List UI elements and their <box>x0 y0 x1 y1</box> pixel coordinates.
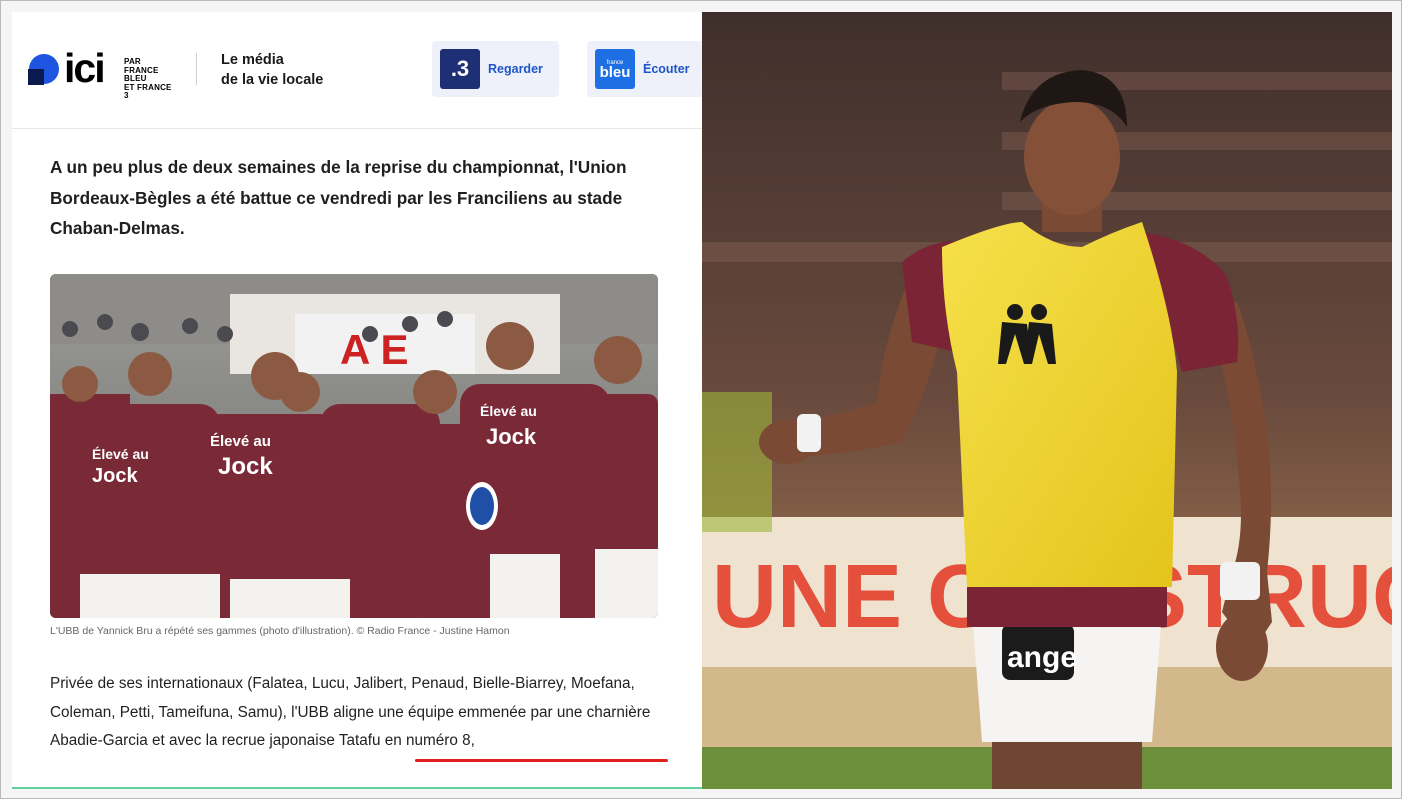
ici-logo[interactable]: ici PAR FRANCE BLEU ET FRANCE 3 <box>28 45 178 100</box>
tagline-line: de la vie locale <box>221 72 324 88</box>
article-panel: ici PAR FRANCE BLEU ET FRANCE 3 Le média… <box>12 12 702 789</box>
watch-button[interactable]: .3 Regarder <box>432 41 559 97</box>
highlight-underline <box>415 759 668 762</box>
ici-logo-mark-icon <box>28 54 59 85</box>
jersey-text: Élevé au <box>480 403 537 419</box>
photo-caption: L'UBB de Yannick Bru a répété ses gammes… <box>50 625 510 637</box>
watch-button-label: Regarder <box>488 62 543 76</box>
article-photo[interactable]: A E Élevé au Jock Élevé au Jock Élevé au… <box>50 274 658 618</box>
article-lead: A un peu plus de deux semaines de la rep… <box>50 157 627 238</box>
listen-button[interactable]: france bleu Écouter <box>587 41 702 97</box>
logo-word: ici <box>64 45 106 91</box>
sponsor-text: ange <box>1007 641 1077 674</box>
france-bleu-icon-text: bleu <box>599 63 631 81</box>
jersey-text: Jock <box>92 465 138 487</box>
france3-icon-text: .3 <box>450 56 470 81</box>
team-huddle-image: A E Élevé au Jock Élevé au Jock Élevé au… <box>50 274 658 618</box>
logo-subtitle: PAR FRANCE BLEU ET FRANCE 3 <box>124 57 178 101</box>
jersey-text: Jock <box>486 424 537 449</box>
jersey-text: Élevé au <box>92 446 149 462</box>
jersey-text: Jock <box>218 453 273 480</box>
article-body: Privée de ses internationaux (Falatea, L… <box>50 675 651 749</box>
window-frame: ici PAR FRANCE BLEU ET FRANCE 3 Le média… <box>0 0 1402 799</box>
listen-button-label: Écouter <box>643 62 690 76</box>
site-header: ici PAR FRANCE BLEU ET FRANCE 3 Le média… <box>12 12 702 129</box>
tagline-line: Le média <box>221 52 284 68</box>
player-photo: UNE CONSTRUCTI ange <box>702 12 1392 789</box>
jersey-text: Élevé au <box>210 433 271 450</box>
header-divider <box>196 53 197 85</box>
bottom-rule <box>12 787 702 789</box>
logo-sub-line: FRANCE BLEU <box>124 65 159 83</box>
france-bleu-icon: france bleu <box>595 49 635 89</box>
logo-sub-line: ET FRANCE 3 <box>124 82 172 100</box>
france3-icon: .3 <box>440 49 480 89</box>
player-image: UNE CONSTRUCTI ange <box>702 12 1392 789</box>
tagline: Le média de la vie locale <box>221 50 323 90</box>
